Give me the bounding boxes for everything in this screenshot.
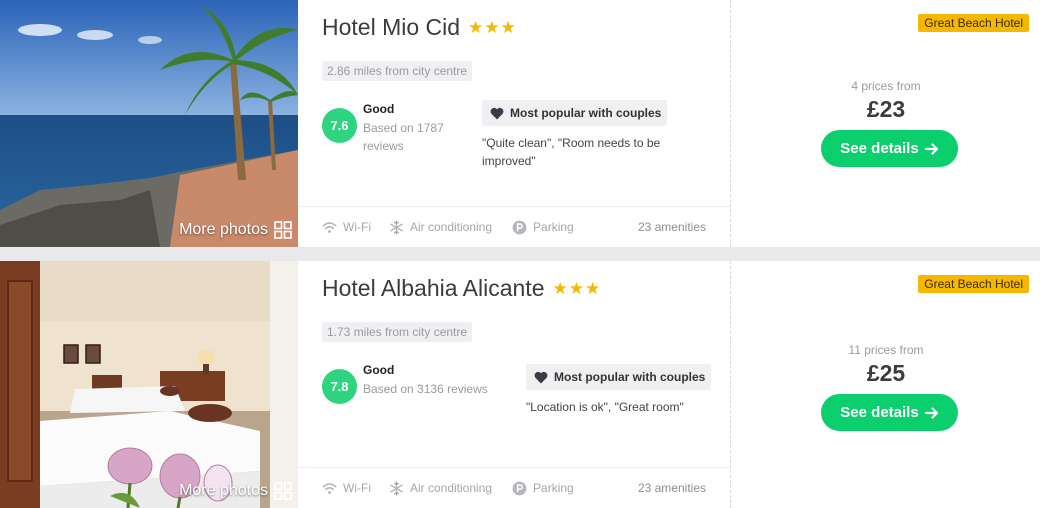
review-count: Based on 3136 reviews <box>363 382 488 396</box>
hotel-name-row: Hotel Albahia Alicante ★★★ <box>322 275 601 302</box>
amenity-label: Air conditioning <box>409 481 493 495</box>
arrow-right-icon <box>924 406 938 419</box>
hotel-name-row: Hotel Mio Cid ★★★ <box>322 14 517 41</box>
amenity-parking: Parking <box>512 481 574 496</box>
wifi-icon <box>322 482 337 494</box>
amenities-bar: Wi-Fi Air conditioning Parking 23 amenit… <box>298 467 730 508</box>
review-score-badge: 7.8 <box>322 369 357 404</box>
amenity-label: Wi-Fi <box>343 481 371 495</box>
popular-label: Most popular with couples <box>554 370 706 384</box>
price-panel: Great Beach Hotel 11 prices from £25 See… <box>730 261 1040 508</box>
hotel-room-photo-image <box>0 261 298 508</box>
amenity-parking: Parking <box>512 220 574 235</box>
hotel-card: More photos Hotel Albahia Alicante ★★★ 1… <box>0 261 1040 508</box>
parking-icon <box>512 220 527 234</box>
amenity-wifi: Wi-Fi <box>322 481 371 496</box>
see-details-label: See details <box>840 404 919 421</box>
wifi-icon <box>322 221 337 233</box>
hotel-name[interactable]: Hotel Mio Cid <box>322 14 460 41</box>
snowflake-icon <box>390 480 403 496</box>
hotel-tag-badge: Great Beach Hotel <box>918 14 1029 32</box>
price-value: £25 <box>866 360 906 386</box>
review-quote: "Quite clean", "Room needs to be improve… <box>482 136 661 168</box>
arrow-right-icon <box>924 142 938 155</box>
star-rating: ★★★ <box>468 17 517 37</box>
hotel-photo[interactable]: More photos <box>0 261 298 508</box>
amenity-label: Parking <box>533 481 574 495</box>
distance-label: 2.86 miles from city centre <box>322 61 473 81</box>
star-rating: ★★★ <box>552 278 602 298</box>
amenity-wifi: Wi-Fi <box>322 220 371 235</box>
popular-label: Most popular with couples <box>510 106 662 120</box>
more-photos-link[interactable]: More photos <box>179 221 292 239</box>
hotel-card: More photos Hotel Mio Cid ★★★ 2.86 miles… <box>0 0 1040 247</box>
see-details-button[interactable]: See details <box>821 130 958 167</box>
heart-icon <box>534 371 548 383</box>
more-photos-label: More photos <box>179 221 268 238</box>
gallery-grid-icon <box>274 482 292 500</box>
amenity-label: Wi-Fi <box>343 220 371 234</box>
hotel-photo[interactable]: More photos <box>0 0 298 247</box>
hotel-tag-badge: Great Beach Hotel <box>918 275 1029 293</box>
rating-label: Good <box>363 102 395 116</box>
see-details-label: See details <box>840 140 919 157</box>
review-quote: "Location is ok", "Great room" <box>526 400 684 414</box>
prices-from-label: 4 prices from <box>851 79 921 93</box>
review-count: Based on 1787 reviews <box>363 121 444 153</box>
popular-badge: Most popular with couples <box>482 100 668 126</box>
amenities-bar: Wi-Fi Air conditioning Parking 23 amenit… <box>298 206 730 247</box>
amenity-air-conditioning: Air conditioning <box>389 480 493 496</box>
rating-label: Good <box>363 363 395 377</box>
parking-icon <box>512 481 527 495</box>
beach-photo-image <box>0 0 298 247</box>
amenities-count-link[interactable]: 23 amenities <box>638 481 706 495</box>
price-value: £23 <box>866 96 906 122</box>
price-panel: Great Beach Hotel 4 prices from £23 See … <box>730 0 1040 247</box>
amenities-count-link[interactable]: 23 amenities <box>638 220 706 234</box>
amenity-air-conditioning: Air conditioning <box>389 219 493 235</box>
hotel-name[interactable]: Hotel Albahia Alicante <box>322 275 545 302</box>
more-photos-link[interactable]: More photos <box>179 482 292 500</box>
more-photos-label: More photos <box>179 482 268 499</box>
prices-from-label: 11 prices from <box>848 343 924 357</box>
gallery-grid-icon <box>274 221 292 239</box>
amenity-label: Parking <box>533 220 574 234</box>
amenity-label: Air conditioning <box>409 220 493 234</box>
snowflake-icon <box>390 219 403 235</box>
popular-badge: Most popular with couples <box>526 364 712 390</box>
review-score-badge: 7.6 <box>322 108 357 143</box>
see-details-button[interactable]: See details <box>821 394 958 431</box>
hotel-info: Hotel Mio Cid ★★★ 2.86 miles from city c… <box>298 0 730 247</box>
heart-icon <box>490 107 504 119</box>
hotel-info: Hotel Albahia Alicante ★★★ 1.73 miles fr… <box>298 261 730 508</box>
distance-label: 1.73 miles from city centre <box>322 322 473 342</box>
